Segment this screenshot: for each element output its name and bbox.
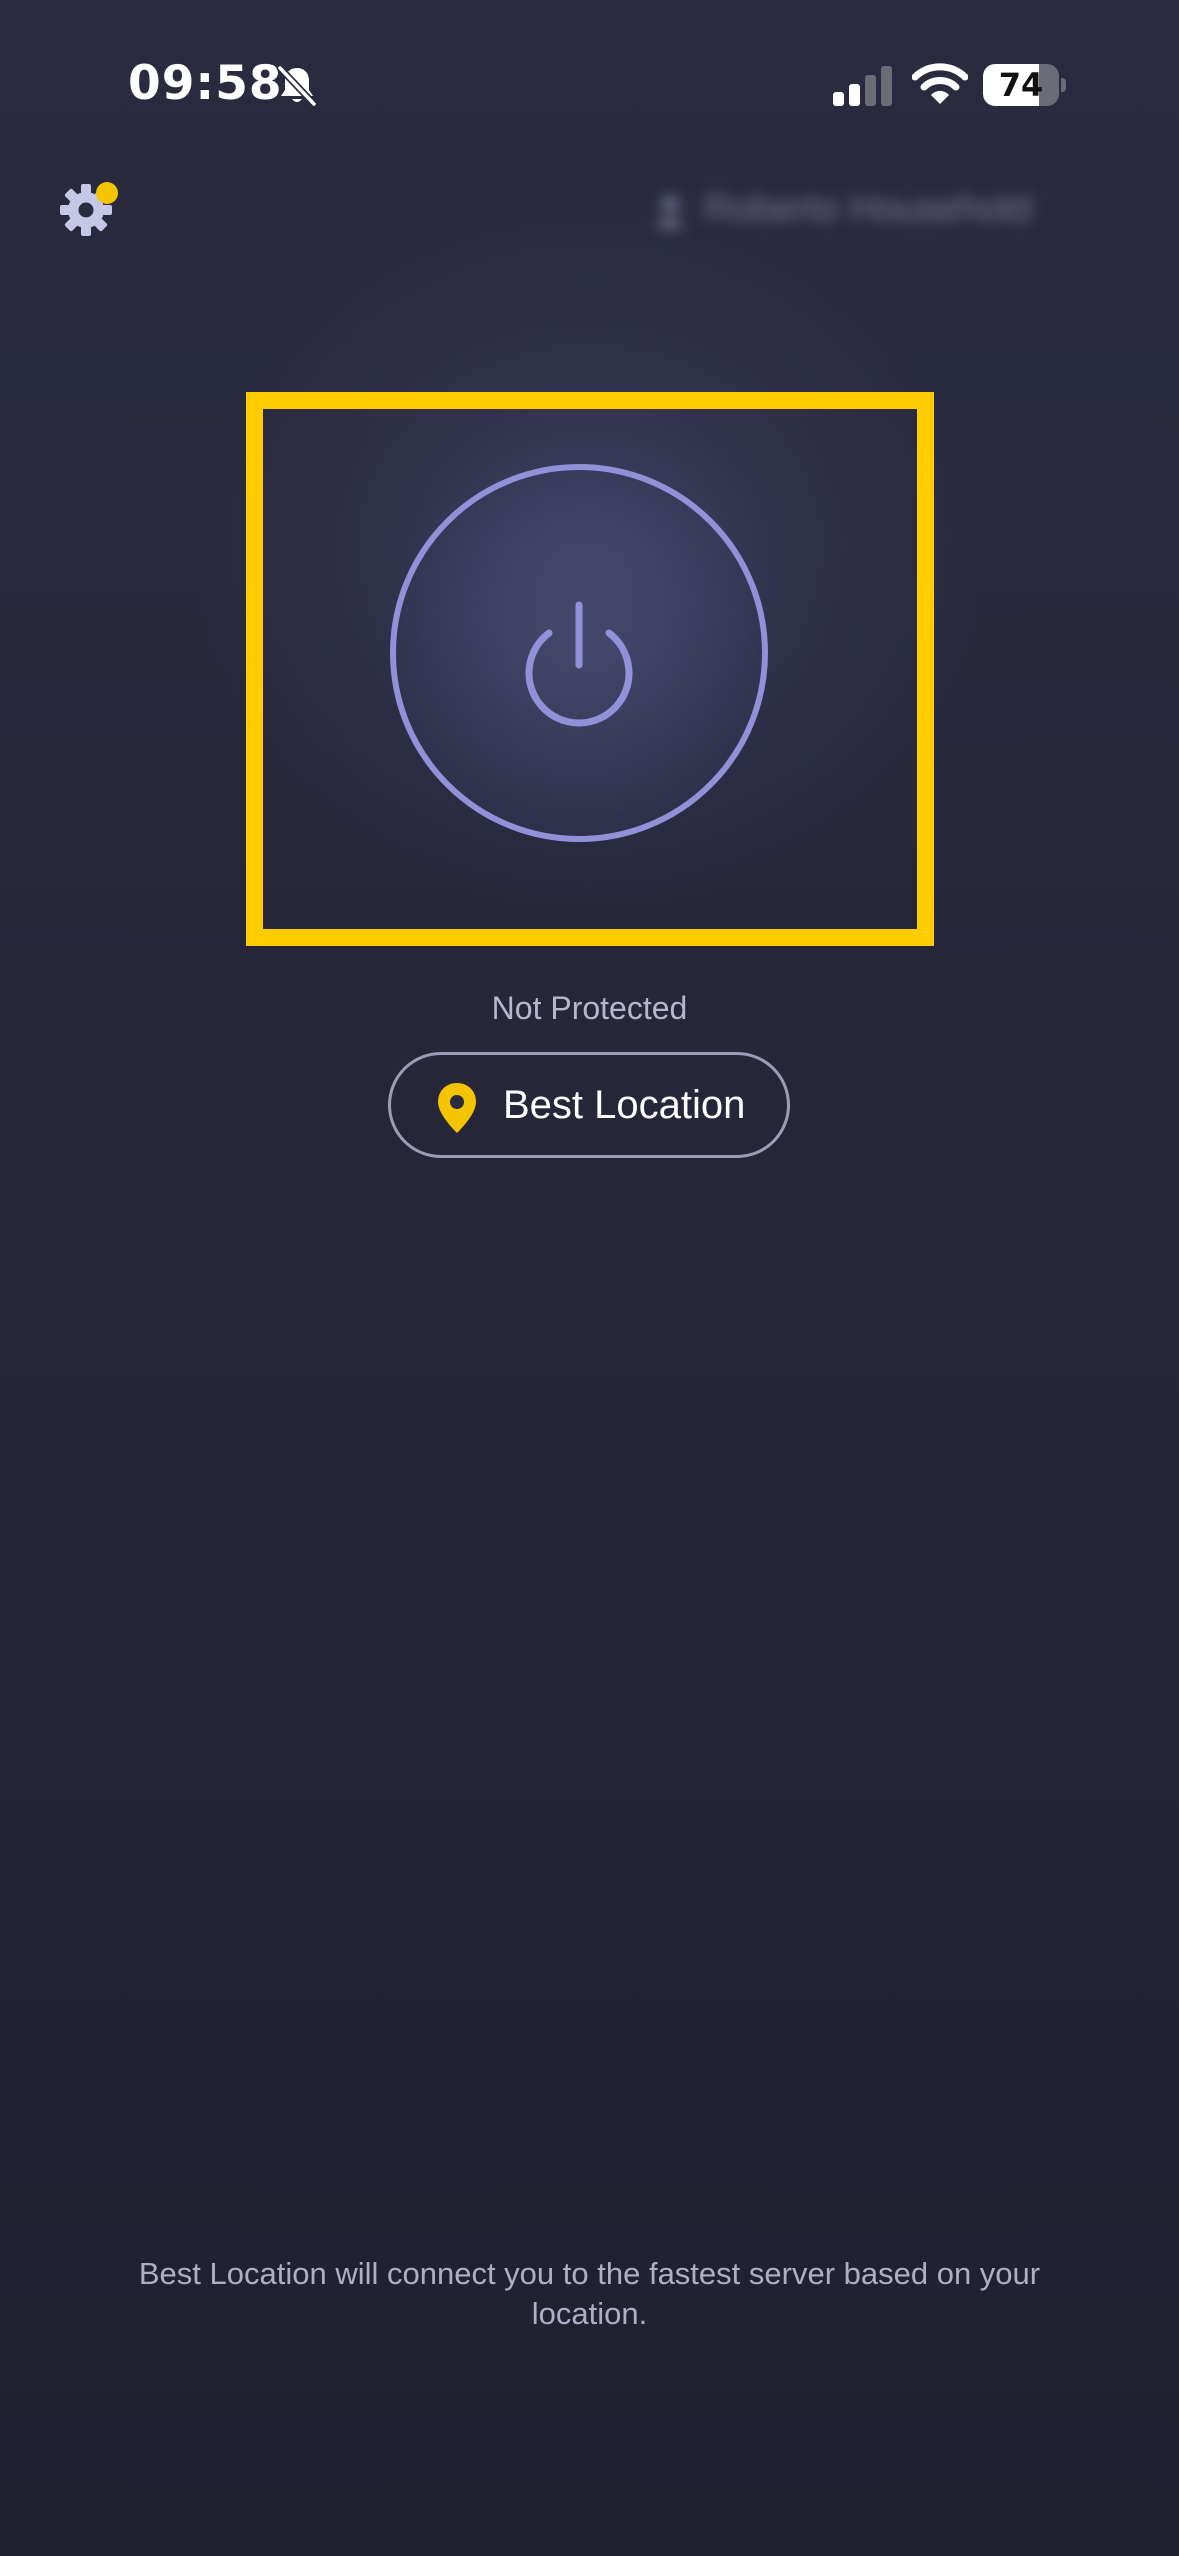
status-bar: 09:58 74 xyxy=(0,0,1179,170)
map-pin-icon xyxy=(438,1083,476,1133)
protection-status: Not Protected xyxy=(491,990,688,1026)
status-time: 09:58 xyxy=(128,56,283,111)
bell-slash-icon xyxy=(276,64,318,108)
wifi-icon xyxy=(912,63,968,104)
power-icon xyxy=(525,601,633,727)
account-name: Roberto Household xyxy=(704,188,1032,230)
footer-note: Best Location will connect you to the fa… xyxy=(138,2256,1041,2331)
location-button[interactable]: Best Location xyxy=(388,1052,790,1158)
cellular-signal-icon xyxy=(833,66,892,106)
location-label: Best Location xyxy=(503,1083,746,1127)
notification-dot xyxy=(96,182,118,204)
battery-icon: 74 xyxy=(983,64,1066,106)
battery-level: 74 xyxy=(998,66,1044,104)
connect-power-button[interactable] xyxy=(390,464,768,842)
settings-button[interactable] xyxy=(50,170,130,250)
